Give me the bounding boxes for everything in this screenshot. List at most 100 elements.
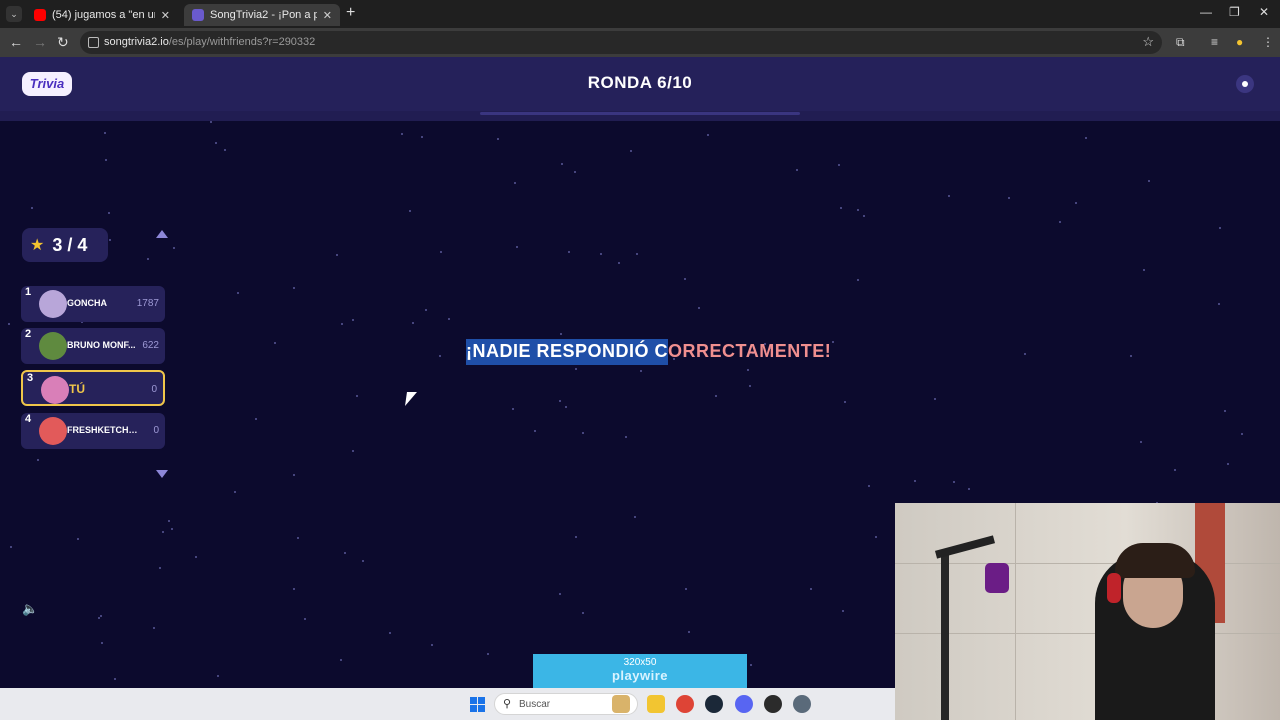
player-avatar	[39, 417, 67, 445]
background-star	[487, 653, 489, 655]
background-star	[77, 538, 79, 540]
extensions-icon[interactable]: ⧉	[1176, 35, 1185, 50]
site-info-icon[interactable]	[88, 37, 99, 48]
file-explorer-icon[interactable]	[647, 695, 665, 713]
background-star	[625, 436, 627, 438]
background-star	[304, 618, 306, 620]
player-avatar	[41, 376, 69, 404]
windows-taskbar: ⚲ Buscar	[0, 688, 895, 720]
tile-line	[895, 633, 1280, 634]
reload-icon[interactable]: ↻	[57, 34, 69, 51]
background-star	[448, 318, 450, 320]
mouse-cursor-icon	[405, 392, 417, 406]
background-star	[389, 632, 391, 634]
chrome-icon[interactable]	[676, 695, 694, 713]
songtrivia-logo[interactable]: Trivia	[22, 72, 72, 96]
close-tab-icon[interactable]: ✕	[323, 9, 332, 22]
background-star	[195, 556, 197, 558]
background-star	[560, 333, 562, 335]
background-star	[109, 239, 111, 241]
background-star	[934, 398, 936, 400]
volume-icon[interactable]: 🔈	[22, 601, 38, 616]
background-star	[914, 480, 916, 482]
background-star	[37, 459, 39, 461]
background-star	[1008, 197, 1010, 199]
media-control-icon[interactable]: ≡	[1211, 35, 1218, 49]
player-rank: 4	[25, 413, 32, 425]
background-star	[293, 588, 295, 590]
url-host: songtrivia2.io	[104, 36, 169, 48]
new-tab-button[interactable]: +	[346, 4, 355, 22]
tab-youtube[interactable]: (54) jugamos a "en una nota" Ti ✕	[26, 4, 178, 26]
star-icon: ★	[30, 237, 45, 254]
background-star	[948, 195, 950, 197]
obs-icon[interactable]	[764, 695, 782, 713]
background-star	[293, 474, 295, 476]
background-star	[574, 171, 576, 173]
exit-game-button[interactable]	[1236, 75, 1254, 93]
background-star	[104, 132, 106, 134]
background-star	[514, 182, 516, 184]
background-star	[747, 369, 749, 371]
result-message: ¡NADIE RESPONDIÓ CORRECTAMENTE!	[466, 339, 831, 367]
background-star	[1148, 180, 1150, 182]
browser-menu-icon[interactable]: ⋮	[1262, 35, 1274, 49]
background-star	[421, 136, 423, 138]
background-star	[1224, 410, 1226, 412]
background-star	[561, 163, 563, 165]
background-star	[114, 678, 116, 680]
background-star	[412, 322, 414, 324]
player-rank: 1	[25, 286, 32, 298]
discord-icon[interactable]	[735, 695, 753, 713]
background-star	[173, 247, 175, 249]
background-star	[600, 253, 602, 255]
background-star	[100, 615, 102, 617]
background-star	[439, 355, 441, 357]
background-star	[341, 323, 343, 325]
background-star	[863, 215, 865, 217]
ad-size: 320x50	[623, 657, 657, 668]
tab-title: SongTrivia2 - ¡Pon a prueba tu	[210, 9, 317, 21]
close-tab-icon[interactable]: ✕	[161, 9, 170, 22]
browser-toolbar: ← → ↻ songtrivia2.io/es/play/withfriends…	[0, 28, 1280, 57]
background-star	[559, 593, 561, 595]
tab-title: (54) jugamos a "en una nota" Ti	[52, 9, 155, 21]
background-star	[1075, 202, 1077, 204]
close-window-icon[interactable]: ✕	[1259, 5, 1269, 19]
bookmark-star-icon[interactable]: ☆	[1142, 34, 1154, 50]
minimize-window-icon[interactable]: —	[1200, 5, 1212, 19]
player-row: 1 GONCHA 1787	[21, 286, 165, 322]
background-star	[575, 368, 577, 370]
player-name: TÚ	[69, 382, 85, 396]
background-star	[715, 395, 717, 397]
background-star	[409, 210, 411, 212]
background-star	[362, 560, 364, 562]
background-star	[352, 450, 354, 452]
profile-icon[interactable]: ●	[1236, 35, 1243, 49]
scroll-down-arrow-icon[interactable]	[156, 470, 168, 478]
background-star	[101, 642, 103, 644]
tab-songtrivia[interactable]: SongTrivia2 - ¡Pon a prueba tu ✕	[184, 4, 340, 26]
background-star	[297, 537, 299, 539]
url-path: /es/play/withfriends?r=290332	[168, 36, 316, 48]
back-arrow-icon[interactable]: ←	[9, 34, 23, 50]
settings-gear-icon[interactable]	[793, 695, 811, 713]
background-star	[634, 516, 636, 518]
background-star	[401, 133, 403, 135]
windows-start-icon[interactable]	[470, 697, 485, 712]
steam-icon[interactable]	[705, 695, 723, 713]
player-rank: 3	[27, 372, 34, 384]
tab-search-menu-button[interactable]: ⌄	[6, 6, 22, 22]
restore-window-icon[interactable]: ❐	[1229, 5, 1240, 19]
scroll-up-arrow-icon[interactable]	[156, 230, 168, 238]
forward-arrow-icon[interactable]: →	[33, 34, 47, 50]
round-progress-bar	[480, 112, 800, 115]
background-star	[171, 528, 173, 530]
result-message-selected: ¡NADIE RESPONDIÓ C	[466, 339, 669, 365]
background-star	[215, 142, 217, 144]
player-name: FRESHKETCHUP	[67, 425, 139, 435]
background-star	[707, 134, 709, 136]
ad-banner[interactable]: 320x50 playwire	[533, 654, 747, 688]
background-star	[162, 531, 164, 533]
address-bar[interactable]: songtrivia2.io/es/play/withfriends?r=290…	[80, 31, 1162, 54]
